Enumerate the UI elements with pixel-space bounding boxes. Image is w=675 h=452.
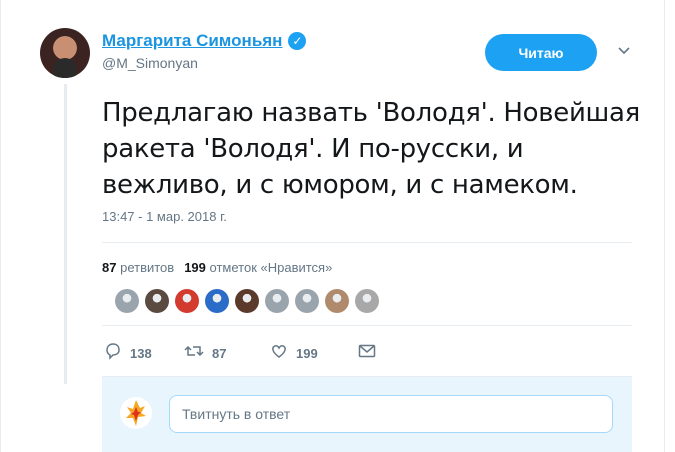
following-button[interactable]: Читаю bbox=[485, 34, 597, 71]
likes-label: отметок «Нравится» bbox=[209, 260, 333, 275]
retweets-stat[interactable]: 87 ретвитов bbox=[102, 260, 174, 275]
like-action[interactable]: 199 bbox=[270, 342, 358, 364]
liker-avatar[interactable] bbox=[115, 289, 139, 313]
author-name[interactable]: Маргарита Симоньян bbox=[102, 31, 282, 51]
flame-logo-icon bbox=[126, 400, 146, 426]
liker-avatar[interactable] bbox=[175, 289, 199, 313]
verified-badge-icon: ✓ bbox=[288, 32, 307, 50]
likes-count: 199 bbox=[184, 260, 206, 275]
left-border bbox=[0, 0, 1, 452]
reply-composer: Твитнуть в ответ bbox=[102, 376, 632, 452]
reply-action[interactable]: 138 bbox=[104, 342, 184, 364]
right-border bbox=[664, 0, 665, 452]
retweet-icon bbox=[184, 342, 204, 364]
tweet-text: Предлагаю назвать 'Володя'. Новейшая рак… bbox=[102, 95, 642, 203]
chevron-down-icon[interactable] bbox=[615, 42, 633, 60]
user-avatar[interactable] bbox=[120, 397, 152, 429]
likes-action-count: 199 bbox=[296, 345, 318, 361]
author-name-row: Маргарита Симоньян ✓ bbox=[102, 31, 307, 51]
reply-icon bbox=[104, 342, 122, 364]
message-action[interactable] bbox=[358, 343, 376, 363]
reply-input[interactable]: Твитнуть в ответ bbox=[169, 395, 613, 433]
thread-line bbox=[64, 84, 67, 384]
author-avatar[interactable] bbox=[40, 28, 90, 78]
author-handle[interactable]: @M_Simonyan bbox=[102, 55, 198, 71]
liker-avatars bbox=[115, 289, 379, 313]
liker-avatar[interactable] bbox=[205, 289, 229, 313]
replies-count: 138 bbox=[130, 345, 152, 361]
tweet-line: Предлагаю назвать 'Володя'. Новейшая bbox=[102, 98, 641, 128]
liker-avatar[interactable] bbox=[295, 289, 319, 313]
retweets-action-count: 87 bbox=[212, 345, 227, 361]
retweets-count: 87 bbox=[102, 260, 117, 275]
tweet-line: вежливо, и с юмором, и с намеком. bbox=[102, 170, 578, 200]
liker-avatar[interactable] bbox=[325, 289, 349, 313]
tweet-timestamp[interactable]: 13:47 - 1 мар. 2018 г. bbox=[102, 209, 227, 224]
retweets-label: ретвитов bbox=[120, 260, 175, 275]
divider bbox=[102, 325, 632, 326]
liker-avatar[interactable] bbox=[235, 289, 259, 313]
tweet-line: ракета 'Володя'. И по-русски, и bbox=[102, 134, 524, 164]
likes-stat[interactable]: 199 отметок «Нравится» bbox=[184, 260, 332, 275]
retweet-action[interactable]: 87 bbox=[184, 342, 270, 364]
divider bbox=[102, 242, 632, 243]
liker-avatar[interactable] bbox=[265, 289, 289, 313]
tweet-actions: 138 87 199 bbox=[104, 342, 376, 364]
liker-avatar[interactable] bbox=[355, 289, 379, 313]
envelope-icon bbox=[358, 343, 376, 363]
tweet-stats: 87 ретвитов 199 отметок «Нравится» bbox=[102, 260, 332, 275]
heart-icon bbox=[270, 342, 288, 364]
liker-avatar[interactable] bbox=[145, 289, 169, 313]
